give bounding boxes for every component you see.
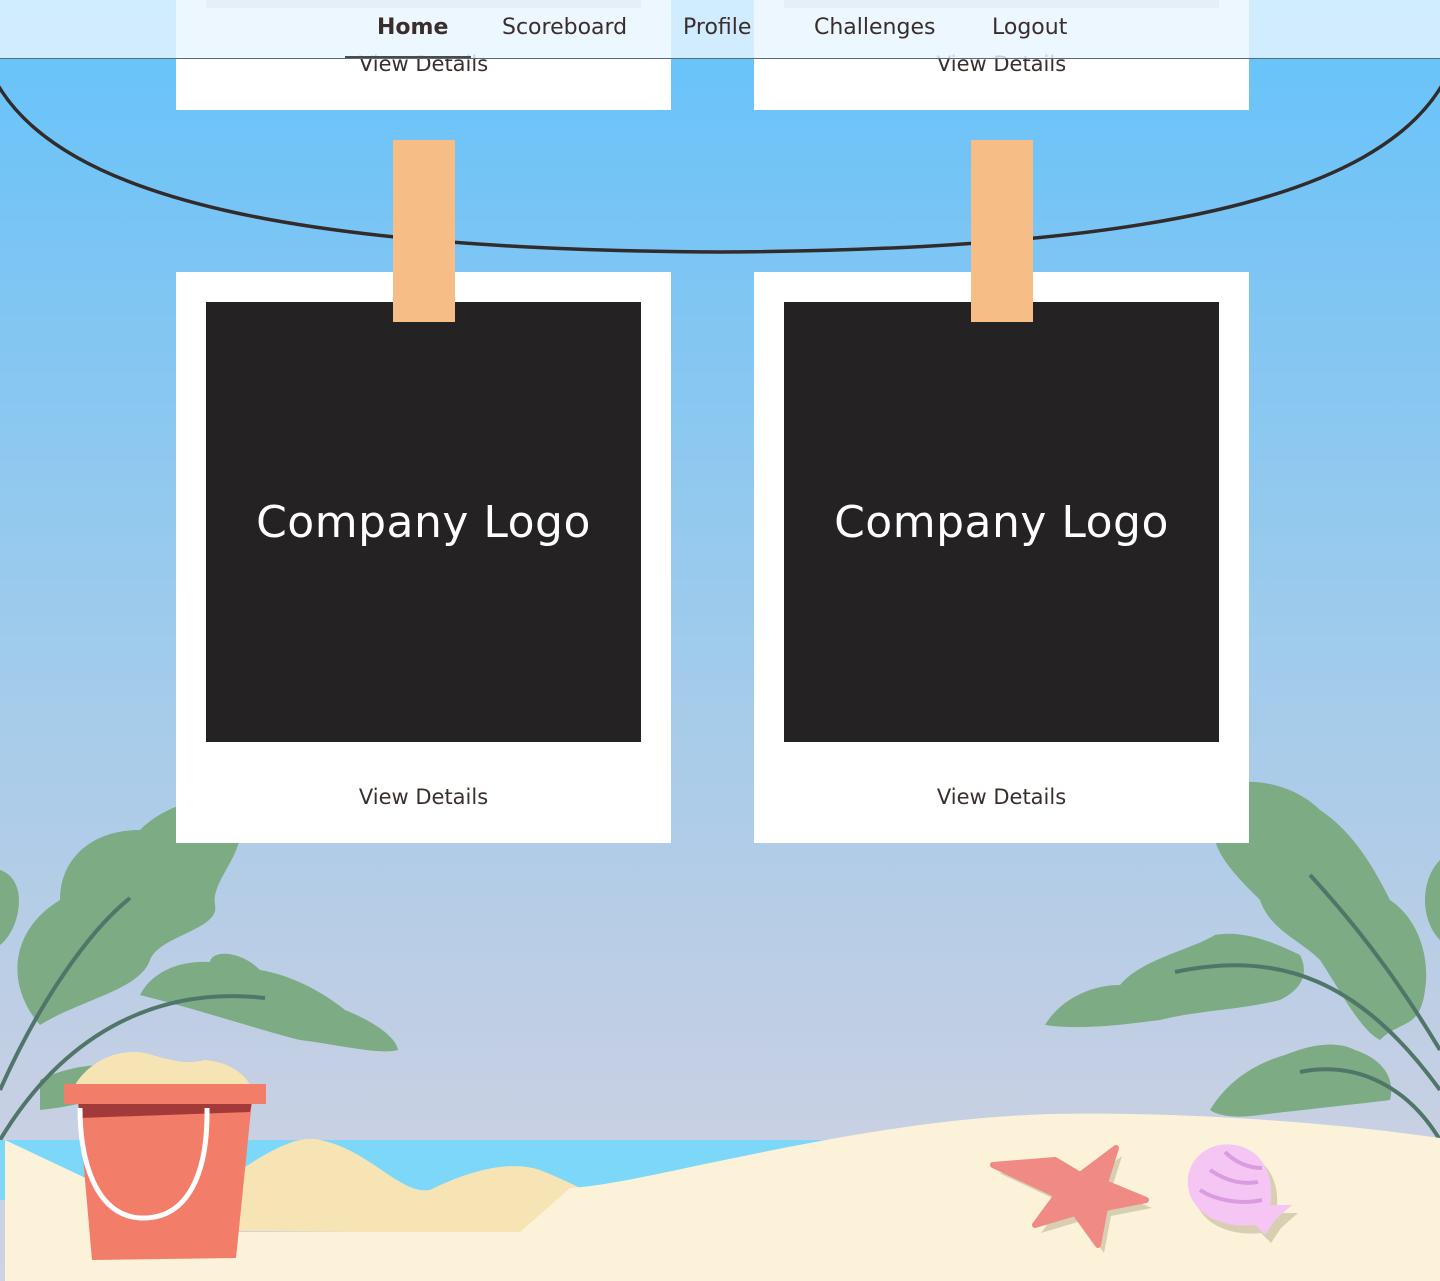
nav-logout[interactable]: Logout — [992, 15, 1067, 40]
view-details-link[interactable]: View Details — [754, 785, 1249, 809]
nav-scoreboard[interactable]: Scoreboard — [502, 15, 627, 40]
active-nav-indicator — [345, 56, 471, 58]
nav-home[interactable]: Home — [377, 15, 448, 40]
clothespin-right — [971, 140, 1033, 322]
clothespin-left — [393, 140, 455, 322]
top-navbar: Home Scoreboard Profile Challenges Logou… — [0, 0, 1440, 59]
nav-profile[interactable]: Profile — [683, 15, 751, 40]
challenge-card-left: Company Logo View Details — [176, 272, 671, 843]
company-logo-image: Company Logo — [206, 302, 641, 742]
challenge-card-right: Company Logo View Details — [754, 272, 1249, 843]
sand-bucket — [64, 1051, 266, 1260]
company-logo-image: Company Logo — [784, 302, 1219, 742]
company-logo-text: Company Logo — [256, 496, 591, 548]
nav-challenges[interactable]: Challenges — [814, 15, 935, 40]
view-details-link[interactable]: View Details — [176, 785, 671, 809]
company-logo-text: Company Logo — [834, 496, 1169, 548]
